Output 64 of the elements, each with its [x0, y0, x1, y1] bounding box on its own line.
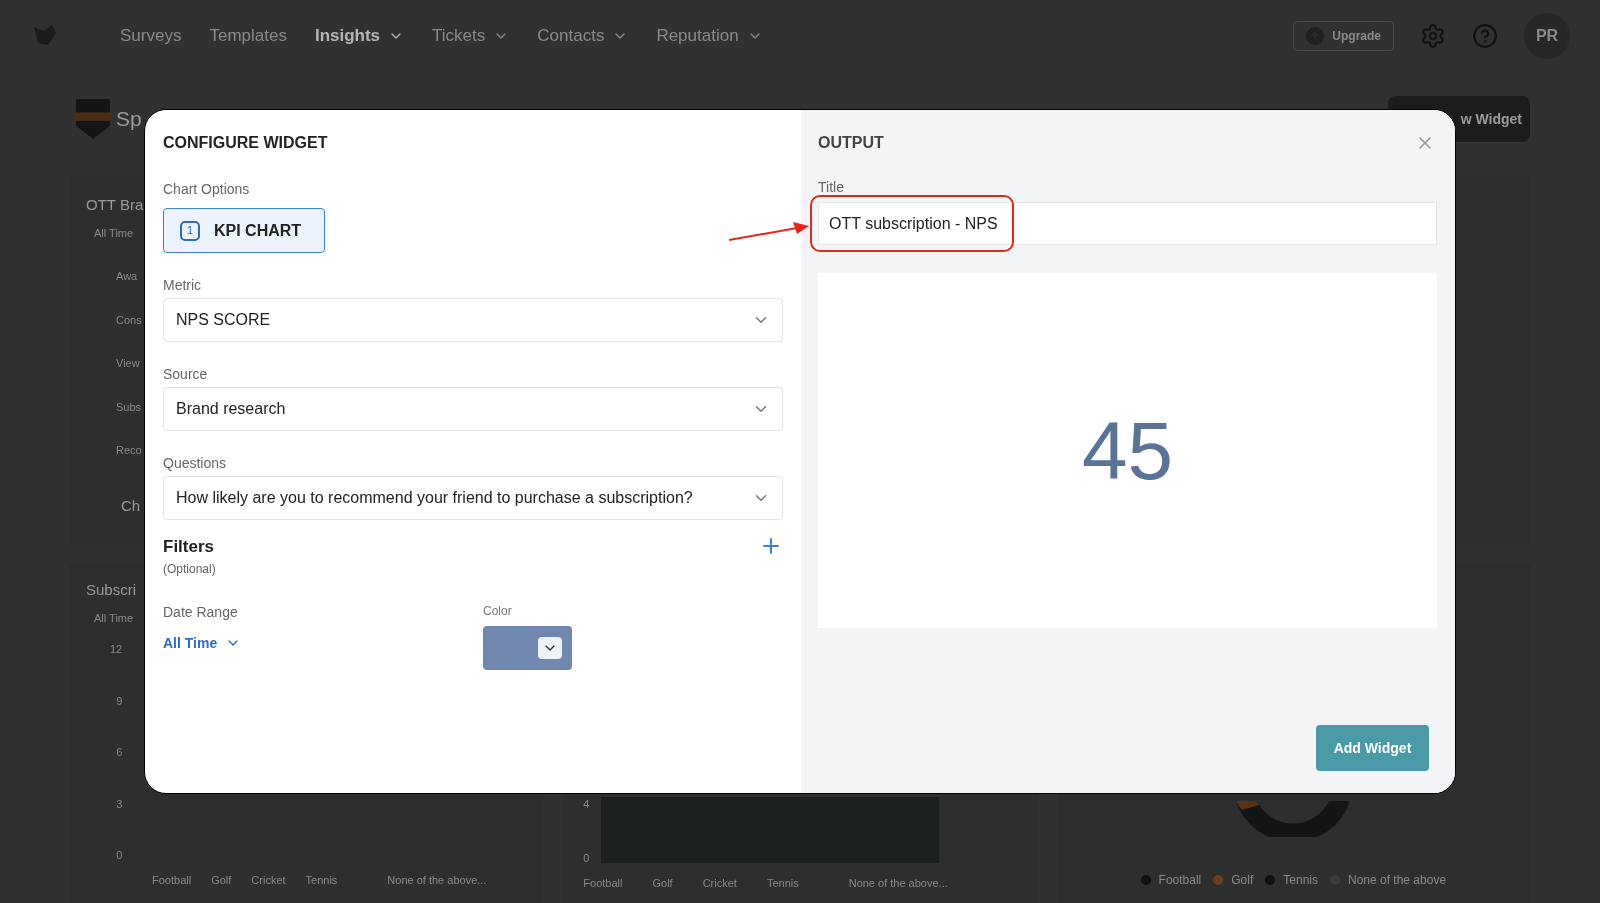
field-label: Color — [483, 602, 513, 620]
axis-tick-label: 3 — [116, 796, 123, 812]
select-field[interactable]: Brand research — [163, 387, 783, 431]
nav-item[interactable]: Reputation — [656, 23, 763, 49]
field-label: Questions — [163, 454, 228, 473]
axis-tick-label: 9 — [116, 693, 123, 709]
date-range-label: All Time — [94, 610, 134, 626]
chevron-down-icon — [538, 636, 562, 659]
axis-category-label: Cricket — [251, 872, 286, 888]
nav-item[interactable]: Surveys — [120, 23, 182, 49]
field-label: Title — [818, 178, 845, 197]
table-cell-text: Subs — [116, 399, 142, 415]
user-avatar[interactable]: PR — [1524, 13, 1570, 59]
section-note: (Optional) — [163, 560, 216, 578]
axis-category-label: None of the above... — [848, 875, 948, 891]
axis-category-label: Golf — [652, 875, 673, 891]
dialog-title: CONFIGURE WIDGET — [163, 133, 329, 153]
nav-item[interactable]: Insights — [314, 23, 405, 49]
axis-category-label: Golf — [211, 872, 232, 888]
table-cell-text: Cons — [116, 312, 142, 328]
panel-title: OUTPUT — [818, 133, 884, 153]
chart-type-option[interactable]: 1 KPI CHART — [163, 208, 325, 253]
field-label: Chart Options — [163, 180, 251, 199]
nav-item[interactable]: Contacts — [537, 23, 629, 49]
date-range-label: All Time — [94, 225, 134, 241]
color-picker[interactable] — [483, 625, 572, 670]
select-field[interactable]: How likely are you to recommend your friend to purchase a subscription? — [163, 476, 783, 520]
table-cell-text: Awa — [116, 269, 138, 284]
axis-category-label: Football — [152, 872, 192, 888]
axis-tick-label: 0 — [116, 848, 123, 863]
axis-category-label: Tennis — [766, 875, 799, 891]
field-label: Metric — [163, 276, 203, 295]
axis-tick-label: 0 — [583, 851, 590, 866]
settings-icon[interactable] — [1420, 23, 1446, 49]
select-field[interactable]: NPS SCORE — [163, 298, 783, 342]
axis-tick-label: 6 — [116, 745, 123, 760]
axis-category-label: Tennis — [305, 872, 338, 888]
award-badge-icon — [74, 97, 112, 141]
upgrade-button[interactable]: Upgrade — [1293, 21, 1394, 51]
card-title: Subscri — [86, 580, 137, 600]
field-label: Source — [163, 365, 209, 384]
title-input[interactable]: OTT subscription - NPS — [818, 202, 1437, 245]
axis-category-label: None of the above... — [387, 872, 487, 888]
nav-item[interactable]: Tickets — [432, 23, 510, 49]
legend-label: None of the above — [1348, 872, 1447, 889]
kpi-value: 45 — [1081, 404, 1174, 498]
legend-label: Football — [1158, 872, 1202, 889]
table-cell-text: Reco — [116, 443, 142, 458]
date-range-dropdown[interactable]: All Time — [163, 632, 242, 654]
axis-category-label: Cricket — [702, 875, 737, 891]
section-title: Filters — [163, 536, 216, 558]
card-footer-text: Ch — [121, 495, 141, 516]
help-icon[interactable] — [1472, 23, 1498, 49]
nav-item[interactable]: Templates — [209, 23, 287, 49]
field-label: Date Range — [163, 602, 239, 622]
axis-category-label: Football — [583, 875, 623, 891]
axis-tick-label: 4 — [583, 796, 590, 812]
legend-label: Golf — [1231, 872, 1254, 889]
table-cell-text: View — [116, 356, 140, 371]
card-title: OTT Bra — [86, 195, 144, 215]
axis-tick-label: 12 — [110, 642, 123, 657]
legend-label: Tennis — [1283, 872, 1318, 889]
add-widget-button[interactable]: Add Widget — [1316, 725, 1429, 771]
page-title: Sp — [116, 106, 142, 133]
